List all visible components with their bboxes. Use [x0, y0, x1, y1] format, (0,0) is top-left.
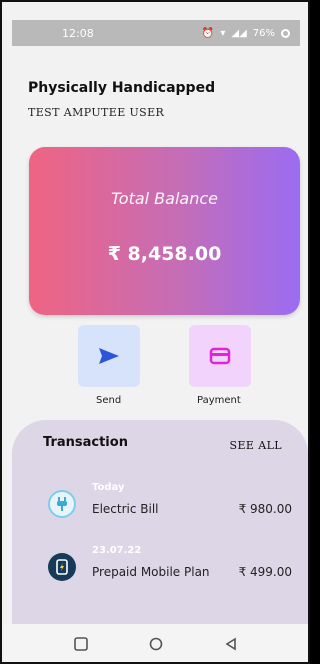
battery-text: 76% [252, 27, 275, 39]
circle-icon[interactable] [147, 635, 165, 653]
see-all-link[interactable]: SEE ALL [230, 439, 282, 452]
loading-indicator-icon [281, 28, 290, 38]
transaction-date: Today [92, 482, 125, 493]
transaction-row[interactable]: Today Electric Bill ₹ 980.00 [12, 482, 308, 522]
signal-icon: ◢◢ [231, 27, 247, 39]
user-name: TEST AMPUTEE USER [28, 106, 165, 119]
transaction-amount: ₹ 499.00 [238, 565, 292, 579]
transaction-name: Electric Bill [92, 502, 159, 516]
alarm-icon: ⏰ [201, 27, 215, 39]
payment-label: Payment [197, 395, 241, 406]
wifi-icon: ▾ [220, 27, 226, 39]
phone-screen: 12:08 ⏰ ▾ ◢◢ 76% Physically Handicapped … [0, 0, 310, 664]
transactions-title: Transaction [43, 435, 128, 450]
android-nav-bar [4, 624, 308, 662]
balance-card: Total Balance ₹ 8,458.00 [29, 147, 300, 315]
send-label: Send [96, 395, 122, 406]
balance-amount: ₹ 8,458.00 [107, 243, 222, 265]
square-icon[interactable] [72, 635, 90, 653]
page-title: Physically Handicapped [28, 80, 216, 96]
send-icon [99, 348, 119, 364]
balance-label: Total Balance [110, 189, 218, 208]
status-time: 12:08 [62, 26, 94, 40]
transaction-date: 23.07.22 [92, 545, 142, 556]
transactions-panel: Transaction SEE ALL Today Electric Bill … [12, 420, 308, 624]
status-bar: 12:08 ⏰ ▾ ◢◢ 76% [12, 20, 300, 46]
status-icons: ⏰ ▾ ◢◢ 76% [202, 28, 290, 39]
mobile-icon [48, 553, 76, 581]
card-icon [209, 347, 231, 365]
transaction-row[interactable]: 23.07.22 Prepaid Mobile Plan ₹ 499.00 [12, 545, 308, 585]
transaction-amount: ₹ 980.00 [238, 502, 292, 516]
plug-icon [48, 490, 76, 518]
transaction-name: Prepaid Mobile Plan [92, 565, 210, 579]
send-button[interactable] [78, 325, 140, 387]
back-triangle-icon[interactable] [222, 635, 240, 653]
payment-button[interactable] [189, 325, 251, 387]
